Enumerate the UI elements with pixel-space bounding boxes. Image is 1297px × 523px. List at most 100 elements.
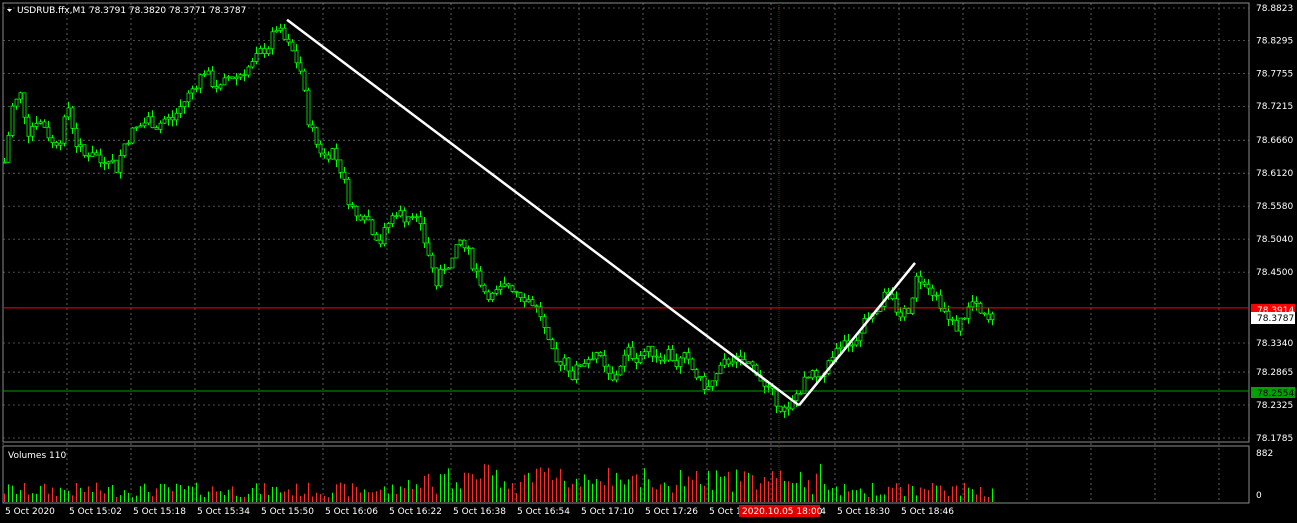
candle-body (842, 340, 847, 348)
candle-body (138, 125, 143, 128)
candle-body (314, 127, 319, 145)
price-axis-label: 78.7215 (1256, 102, 1293, 112)
candle-body (62, 116, 67, 144)
candle-body (914, 275, 919, 299)
crosshair-time-tag: 2020.10.05 18:00 (739, 505, 823, 517)
price-axis-label: 78.5040 (1256, 235, 1293, 245)
candle-body (982, 312, 987, 315)
time-axis-label: 5 Oct 15:18 (133, 507, 186, 517)
candle-body (290, 41, 295, 52)
candle-body (170, 117, 175, 121)
candle-body (530, 299, 535, 307)
candle-body (486, 291, 491, 300)
candle-body (654, 355, 659, 358)
candle-body (114, 159, 119, 173)
price-chart[interactable]: USDRUB.ffx,M1 78.3791 78.3820 78.3771 78… (0, 0, 1297, 523)
candle-body (698, 376, 703, 379)
candle-body (330, 148, 335, 160)
candle-body (218, 84, 223, 89)
candle-body (6, 134, 11, 163)
candle-body (510, 285, 515, 292)
candle-body (302, 70, 307, 91)
candle-body (246, 66, 251, 76)
time-axis-label: 5 Oct 16:22 (389, 507, 442, 517)
candle-body (502, 283, 507, 287)
volume-min-label: 0 (1256, 491, 1262, 501)
candle-body (726, 358, 731, 365)
price-axis-label: 78.1785 (1256, 434, 1293, 444)
candle-body (50, 137, 55, 143)
candle-body (594, 352, 599, 360)
candle-body (206, 70, 211, 75)
price-axis-label: 78.3340 (1256, 339, 1293, 349)
time-axis-label: 5 Oct 17:10 (581, 507, 634, 517)
candle-body (22, 92, 27, 118)
candle-body (262, 48, 267, 54)
candle-body (706, 386, 711, 390)
candle-body (838, 346, 843, 350)
candle-body (78, 144, 83, 148)
candle-body (58, 142, 63, 146)
candle-body (618, 365, 623, 376)
price-axis-label: 78.7755 (1256, 69, 1293, 79)
candle-body (930, 287, 935, 296)
candle-body (926, 283, 931, 289)
candle-body (442, 268, 447, 271)
candle-body (762, 380, 767, 387)
price-tag-current: 78.3787 (1251, 312, 1295, 324)
volume-panel-title: Volumes 110 (8, 451, 66, 461)
candle-body (578, 364, 583, 367)
time-axis-label: 5 Oct 15:02 (69, 507, 122, 517)
candle-body (106, 161, 111, 165)
candle-body (854, 340, 859, 346)
candle-body (414, 216, 419, 219)
time-axis-label: 5 Oct 18:30 (837, 507, 890, 517)
candle-body (746, 361, 751, 365)
candle-body (458, 239, 463, 246)
candle-body (250, 61, 255, 68)
candle-body (958, 317, 963, 332)
candle-body (950, 318, 955, 321)
candle-body (194, 87, 199, 90)
candle-body (902, 308, 907, 318)
candle-body (662, 359, 667, 362)
candle-body (210, 70, 215, 87)
candle-body (630, 346, 635, 359)
candle-body (454, 244, 459, 259)
candle-body (766, 385, 771, 388)
candle-body (942, 308, 947, 312)
candle-body (858, 332, 863, 342)
candle-body (438, 268, 443, 287)
price-axis-label: 78.6120 (1256, 169, 1293, 179)
candle-body (306, 89, 311, 126)
candle-body (278, 27, 283, 31)
candle-body (546, 327, 551, 340)
candle-body (354, 205, 359, 217)
candle-body (606, 365, 611, 374)
candle-body (74, 127, 79, 148)
volume-max-label: 882 (1256, 449, 1273, 459)
candle-body (214, 86, 219, 89)
candle-body (298, 62, 303, 72)
candle-body (466, 247, 471, 250)
candle-body (526, 299, 531, 303)
candle-body (570, 370, 575, 381)
candle-body (934, 294, 939, 297)
candle-body (710, 380, 715, 387)
candle-body (750, 361, 755, 366)
candle-body (482, 284, 487, 293)
candle-body (238, 74, 243, 78)
svg-text:2020.10.05 18:00: 2020.10.05 18:00 (742, 507, 823, 517)
candle-body (906, 308, 911, 314)
candle-body (126, 142, 131, 145)
candle-body (718, 364, 723, 375)
candle-body (122, 143, 127, 156)
candle-body (686, 352, 691, 360)
candle-body (986, 313, 991, 321)
candle-body (254, 53, 259, 62)
candle-body (974, 301, 979, 304)
candle-body (142, 122, 147, 127)
candle-body (318, 143, 323, 154)
candle-body (478, 270, 483, 286)
candle-body (86, 154, 91, 157)
